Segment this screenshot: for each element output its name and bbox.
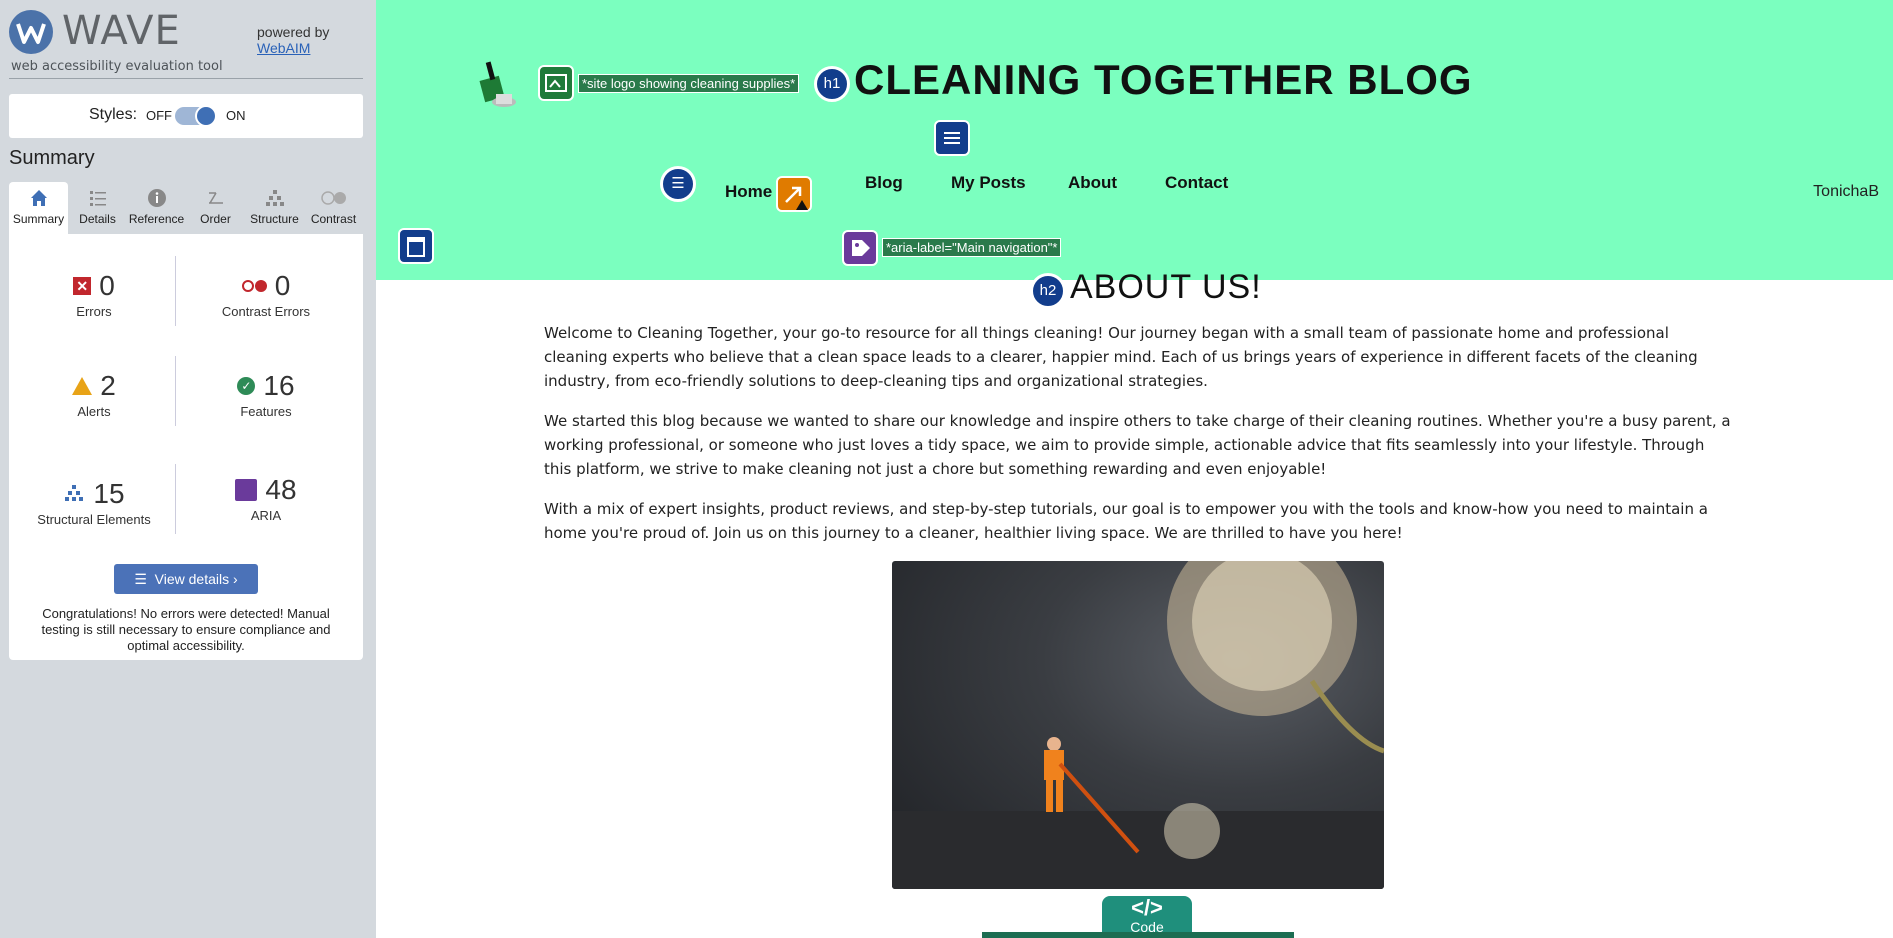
about-paragraph: Welcome to Cleaning Together, your go-to… — [544, 324, 1698, 390]
powered-by: powered by WebAIM — [257, 24, 329, 56]
header-landmark-icon[interactable] — [934, 120, 970, 156]
logo-alt-annotation: *site logo showing cleaning supplies* — [578, 74, 800, 93]
aria-label-tag-icon[interactable] — [842, 230, 878, 266]
contrast-errors-label: Contrast Errors — [221, 304, 311, 319]
wave-logo-icon — [9, 10, 53, 54]
summary-panel: ✕ 0 Errors 0 Contrast Errors 2 Alerts ✓ 16… — [9, 234, 363, 660]
about-paragraph: With a mix of expert insights, product r… — [544, 500, 1708, 542]
divider — [175, 356, 176, 426]
contrast-icon — [304, 188, 363, 210]
powered-by-text: powered by — [257, 24, 330, 40]
unordered-list-icon[interactable]: ☰ — [660, 166, 696, 202]
tab-contrast[interactable]: Contrast — [304, 182, 363, 234]
tab-label: Order — [200, 212, 231, 226]
tab-label: Details — [79, 212, 116, 226]
styles-on-label: ON — [226, 108, 246, 123]
code-icon: </> — [1131, 895, 1163, 920]
structural-count: 15 — [93, 478, 125, 509]
wave-tabs: Summary Details Reference Order Structur… — [9, 182, 363, 234]
features-label: Features — [240, 404, 292, 419]
tab-reference[interactable]: Reference — [127, 182, 186, 234]
congrats-message: Congratulations! No errors were detected… — [41, 606, 331, 653]
divider — [175, 464, 176, 534]
styles-toggle-box: Styles: OFF ON — [9, 94, 363, 138]
divider — [175, 256, 176, 326]
nav-about[interactable]: About — [1068, 173, 1117, 193]
structural-label: Structural Elements — [37, 512, 151, 527]
aria-label: ARIA — [250, 508, 282, 523]
view-details-label: View details › — [154, 571, 238, 587]
stat-features[interactable]: ✓ 16 Features — [186, 370, 346, 419]
site-logo-image[interactable] — [474, 58, 520, 110]
h2-heading-icon[interactable]: h2 — [1030, 273, 1066, 309]
alert-icon — [72, 377, 93, 395]
wave-brand: WAVE — [62, 8, 181, 54]
dandelion-cleaner-photo — [892, 561, 1384, 889]
errors-label: Errors — [76, 304, 112, 319]
tab-summary[interactable]: Summary — [9, 182, 68, 234]
features-count: 16 — [263, 370, 295, 401]
aria-count: 48 — [265, 474, 297, 505]
errors-count: 0 — [99, 270, 115, 301]
alerts-count: 2 — [100, 370, 116, 401]
linked-image-icon[interactable] — [538, 65, 574, 101]
tab-structure[interactable]: Structure — [245, 182, 304, 234]
info-icon — [127, 188, 186, 210]
wave-sidebar: WAVE web accessibility evaluation tool p… — [0, 0, 376, 938]
webaim-link[interactable]: WebAIM — [257, 40, 329, 56]
styles-label: Styles: — [89, 106, 138, 123]
view-details-button[interactable]: ☰ View details › — [114, 564, 258, 594]
feature-check-icon: ✓ — [237, 377, 256, 395]
aria-label-annotation: *aria-label="Main navigation"* — [882, 238, 1062, 257]
error-icon: ✕ — [73, 277, 92, 295]
nav-blog[interactable]: Blog — [865, 173, 903, 193]
stat-errors[interactable]: ✕ 0 Errors — [14, 270, 174, 319]
order-icon — [186, 188, 245, 210]
contrast-errors-count: 0 — [274, 270, 291, 301]
site-header — [376, 0, 1893, 280]
main-landmark-icon[interactable] — [398, 228, 434, 264]
tab-details[interactable]: Details — [68, 182, 127, 234]
h1-heading-icon[interactable]: h1 — [814, 66, 850, 102]
stat-aria[interactable]: 48 ARIA — [186, 474, 346, 523]
structure-icon — [63, 478, 85, 510]
styles-toggle[interactable] — [175, 105, 217, 127]
site-title: CLEANING TOGETHER BLOG — [854, 56, 1473, 103]
aria-icon — [235, 479, 258, 501]
contrast-error-icon — [241, 280, 267, 292]
styles-off-label: OFF — [146, 108, 172, 123]
toggle-knob — [195, 105, 217, 127]
nav-home[interactable]: Home — [725, 182, 772, 202]
divider — [9, 78, 363, 79]
tab-label: Summary — [12, 212, 65, 226]
alerts-label: Alerts — [77, 404, 111, 419]
nav-contact[interactable]: Contact — [1165, 173, 1228, 193]
redundant-link-alert-icon[interactable] — [776, 176, 812, 212]
user-name[interactable]: TonichaB — [1813, 183, 1879, 201]
structure-icon — [245, 188, 304, 210]
wave-tagline: web accessibility evaluation tool — [11, 59, 223, 74]
code-bar — [982, 932, 1294, 938]
list-icon — [68, 188, 127, 210]
tab-label: Contrast — [310, 212, 357, 226]
stat-structural[interactable]: 15 Structural Elements — [14, 478, 174, 527]
about-paragraph: We started this blog because we wanted t… — [544, 412, 1731, 478]
about-heading: ABOUT US! — [1070, 268, 1262, 306]
tab-order[interactable]: Order — [186, 182, 245, 234]
summary-heading: Summary — [9, 147, 95, 169]
list-icon: ☰ — [134, 571, 155, 587]
tab-label: Reference — [128, 212, 185, 226]
tab-label: Structure — [250, 212, 299, 226]
home-icon — [9, 188, 68, 210]
nav-my-posts[interactable]: My Posts — [951, 173, 1026, 193]
stat-alerts[interactable]: 2 Alerts — [14, 370, 174, 419]
stat-contrast-errors[interactable]: 0 Contrast Errors — [186, 270, 346, 319]
